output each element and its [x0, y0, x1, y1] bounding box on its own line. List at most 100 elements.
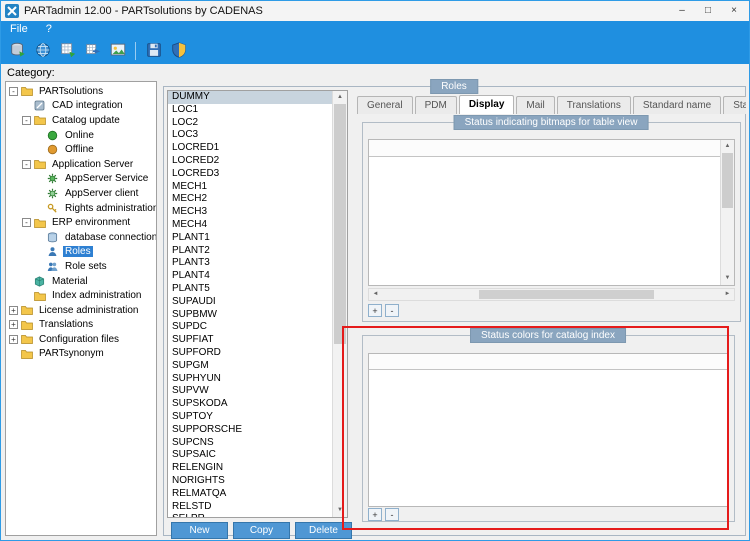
list-item-locred3[interactable]: LOCRED3: [168, 168, 332, 181]
list-item-suptoy[interactable]: SUPTOY: [168, 411, 332, 424]
list-item-supaudi[interactable]: SUPAUDI: [168, 296, 332, 309]
scroll-up-icon[interactable]: ▲: [721, 140, 734, 153]
security-button[interactable]: [166, 40, 191, 63]
scroll-up-icon[interactable]: ▲: [333, 91, 347, 104]
tree-item-erp-environment[interactable]: -ERP environment: [6, 215, 156, 230]
tab-translations[interactable]: Translations: [557, 96, 631, 114]
tree-item-online[interactable]: Online: [6, 128, 156, 143]
list-item-plant3[interactable]: PLANT3: [168, 257, 332, 270]
tree-item-configuration-files[interactable]: +Configuration files: [6, 332, 156, 347]
remove-row-button[interactable]: -: [385, 508, 399, 521]
list-item-selpr[interactable]: SELPR: [168, 513, 332, 517]
tree-item-translations[interactable]: +Translations: [6, 318, 156, 333]
list-item-loc3[interactable]: LOC3: [168, 129, 332, 142]
expand-icon[interactable]: +: [9, 320, 18, 329]
scroll-thumb[interactable]: [722, 153, 733, 208]
expand-icon[interactable]: +: [9, 335, 18, 344]
menu-file[interactable]: File: [1, 21, 37, 38]
transfer-button[interactable]: [80, 40, 105, 63]
tab-general[interactable]: General: [357, 96, 413, 114]
tree-item-application-server[interactable]: -Application Server: [6, 157, 156, 172]
tab-mail[interactable]: Mail: [516, 96, 554, 114]
new-button[interactable]: New: [171, 522, 228, 539]
scroll-thumb[interactable]: [334, 104, 346, 344]
report-button[interactable]: [105, 40, 130, 63]
tree-item-partsolutions[interactable]: -PARTsolutions: [6, 84, 156, 99]
add-row-button[interactable]: +: [368, 508, 382, 521]
close-button[interactable]: ×: [721, 1, 747, 20]
list-item-relstd[interactable]: RELSTD: [168, 501, 332, 514]
tree-item-offline[interactable]: Offline: [6, 142, 156, 157]
list-item-mech1[interactable]: MECH1: [168, 181, 332, 194]
tab-pdm[interactable]: PDM: [415, 96, 457, 114]
list-item-supgm[interactable]: SUPGM: [168, 360, 332, 373]
list-item-supvw[interactable]: SUPVW: [168, 385, 332, 398]
collapse-icon[interactable]: -: [22, 116, 31, 125]
tree-item-appserver-service[interactable]: AppServer Service: [6, 172, 156, 187]
tree-item-index-administration[interactable]: Index administration: [6, 288, 156, 303]
list-item-plant5[interactable]: PLANT5: [168, 283, 332, 296]
collapse-icon[interactable]: -: [22, 218, 31, 227]
list-item-suphyun[interactable]: SUPHYUN: [168, 373, 332, 386]
copy-button[interactable]: Copy: [233, 522, 290, 539]
list-item-supdc[interactable]: SUPDC: [168, 321, 332, 334]
add-row-button[interactable]: +: [368, 304, 382, 317]
list-item-plant1[interactable]: PLANT1: [168, 232, 332, 245]
scroll-right-icon[interactable]: ►: [721, 289, 734, 300]
tree-item-rights-administration[interactable]: Rights administration: [6, 201, 156, 216]
tab-display[interactable]: Display: [459, 95, 515, 114]
scroll-down-icon[interactable]: ▼: [333, 504, 347, 517]
catalog-update-button[interactable]: [5, 40, 30, 63]
tree-item-cad-integration[interactable]: CAD integration: [6, 99, 156, 114]
maximize-button[interactable]: □: [695, 1, 721, 20]
online-update-button[interactable]: [30, 40, 55, 63]
delete-button[interactable]: Delete: [295, 522, 352, 539]
list-item-supcns[interactable]: SUPCNS: [168, 437, 332, 450]
list-item-mech2[interactable]: MECH2: [168, 193, 332, 206]
tree-item-role-sets[interactable]: Role sets: [6, 259, 156, 274]
bitmaps-table-scrollbar[interactable]: ▲ ▼: [720, 140, 734, 285]
tree-item-database-connection[interactable]: database connection: [6, 230, 156, 245]
list-item-supporsche[interactable]: SUPPORSCHE: [168, 424, 332, 437]
scroll-down-icon[interactable]: ▼: [721, 272, 734, 285]
roles-list-scrollbar[interactable]: ▲ ▼: [332, 91, 347, 517]
list-item-loc1[interactable]: LOC1: [168, 104, 332, 117]
menu-help[interactable]: ?: [37, 21, 61, 38]
list-item-dummy[interactable]: DUMMY: [168, 91, 332, 104]
list-item-loc2[interactable]: LOC2: [168, 117, 332, 130]
list-item-supbmw[interactable]: SUPBMW: [168, 309, 332, 322]
save-button[interactable]: [141, 40, 166, 63]
tree-item-material[interactable]: Material: [6, 274, 156, 289]
list-item-locred1[interactable]: LOCRED1: [168, 142, 332, 155]
tree-item-label: AppServer client: [63, 188, 140, 199]
list-item-relmatqa[interactable]: RELMATQA: [168, 488, 332, 501]
tree-item-appserver-client[interactable]: AppServer client: [6, 186, 156, 201]
list-item-mech3[interactable]: MECH3: [168, 206, 332, 219]
list-item-plant2[interactable]: PLANT2: [168, 245, 332, 258]
minimize-button[interactable]: –: [669, 1, 695, 20]
collapse-icon[interactable]: -: [22, 160, 31, 169]
tree-item-license-administration[interactable]: +License administration: [6, 303, 156, 318]
list-item-mech4[interactable]: MECH4: [168, 219, 332, 232]
bitmaps-hscrollbar[interactable]: ◄ ►: [368, 288, 735, 301]
folder-icon: [21, 319, 34, 331]
tree-item-catalog-update[interactable]: -Catalog update: [6, 113, 156, 128]
list-item-locred2[interactable]: LOCRED2: [168, 155, 332, 168]
tab-star[interactable]: Star: [723, 96, 746, 114]
expand-icon[interactable]: +: [9, 306, 18, 315]
list-item-supfiat[interactable]: SUPFIAT: [168, 334, 332, 347]
collapse-icon[interactable]: -: [9, 87, 18, 96]
list-item-plant4[interactable]: PLANT4: [168, 270, 332, 283]
tree-item-partsynonym[interactable]: PARTsynonym: [6, 347, 156, 362]
list-item-supskoda[interactable]: SUPSKODA: [168, 398, 332, 411]
scroll-left-icon[interactable]: ◄: [369, 289, 382, 300]
list-item-norights[interactable]: NORIGHTS: [168, 475, 332, 488]
list-item-supsaic[interactable]: SUPSAIC: [168, 449, 332, 462]
list-item-supford[interactable]: SUPFORD: [168, 347, 332, 360]
list-item-relengin[interactable]: RELENGIN: [168, 462, 332, 475]
offline-update-button[interactable]: [55, 40, 80, 63]
remove-row-button[interactable]: -: [385, 304, 399, 317]
scroll-thumb[interactable]: [479, 290, 654, 299]
tab-standard-name[interactable]: Standard name: [633, 96, 721, 114]
tree-item-roles[interactable]: Roles: [6, 245, 156, 260]
